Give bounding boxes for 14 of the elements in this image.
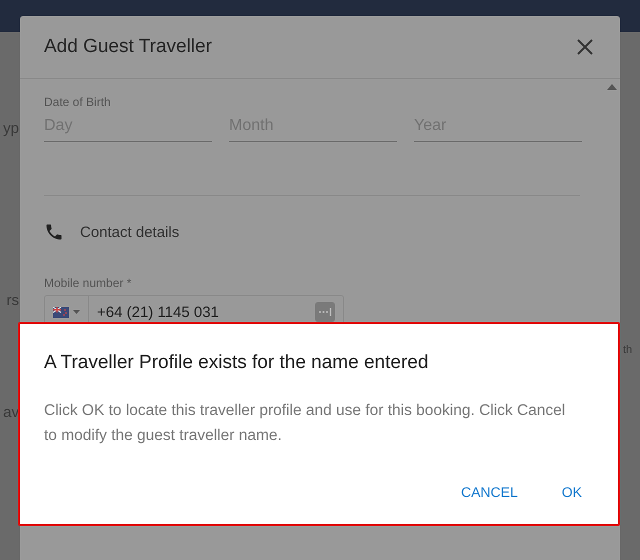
caret-icon	[73, 310, 80, 314]
field-label: Date of Birth	[44, 95, 112, 109]
flag-icon	[53, 306, 69, 318]
alert-message: Click OK to locate this traveller profile and use for this booking. Click Cancel to modify the guest traveller name.	[44, 401, 566, 446]
phone-icon	[44, 222, 64, 242]
dialog-button[interactable]: CANCEL	[452, 478, 526, 506]
field-label: Mobile number *	[44, 276, 132, 290]
phone-input[interactable]: +64 (21) 1145 031	[89, 296, 315, 328]
scroll-up-arrow-icon[interactable]	[606, 83, 618, 91]
alert-title: A Traveller Profile exists for the name entered	[44, 352, 430, 374]
dialog-button[interactable]: OK	[554, 478, 590, 506]
dialog-title: Add Guest Traveller	[44, 36, 212, 58]
close-icon[interactable]	[576, 38, 594, 56]
section-heading: Contact details	[80, 224, 180, 240]
